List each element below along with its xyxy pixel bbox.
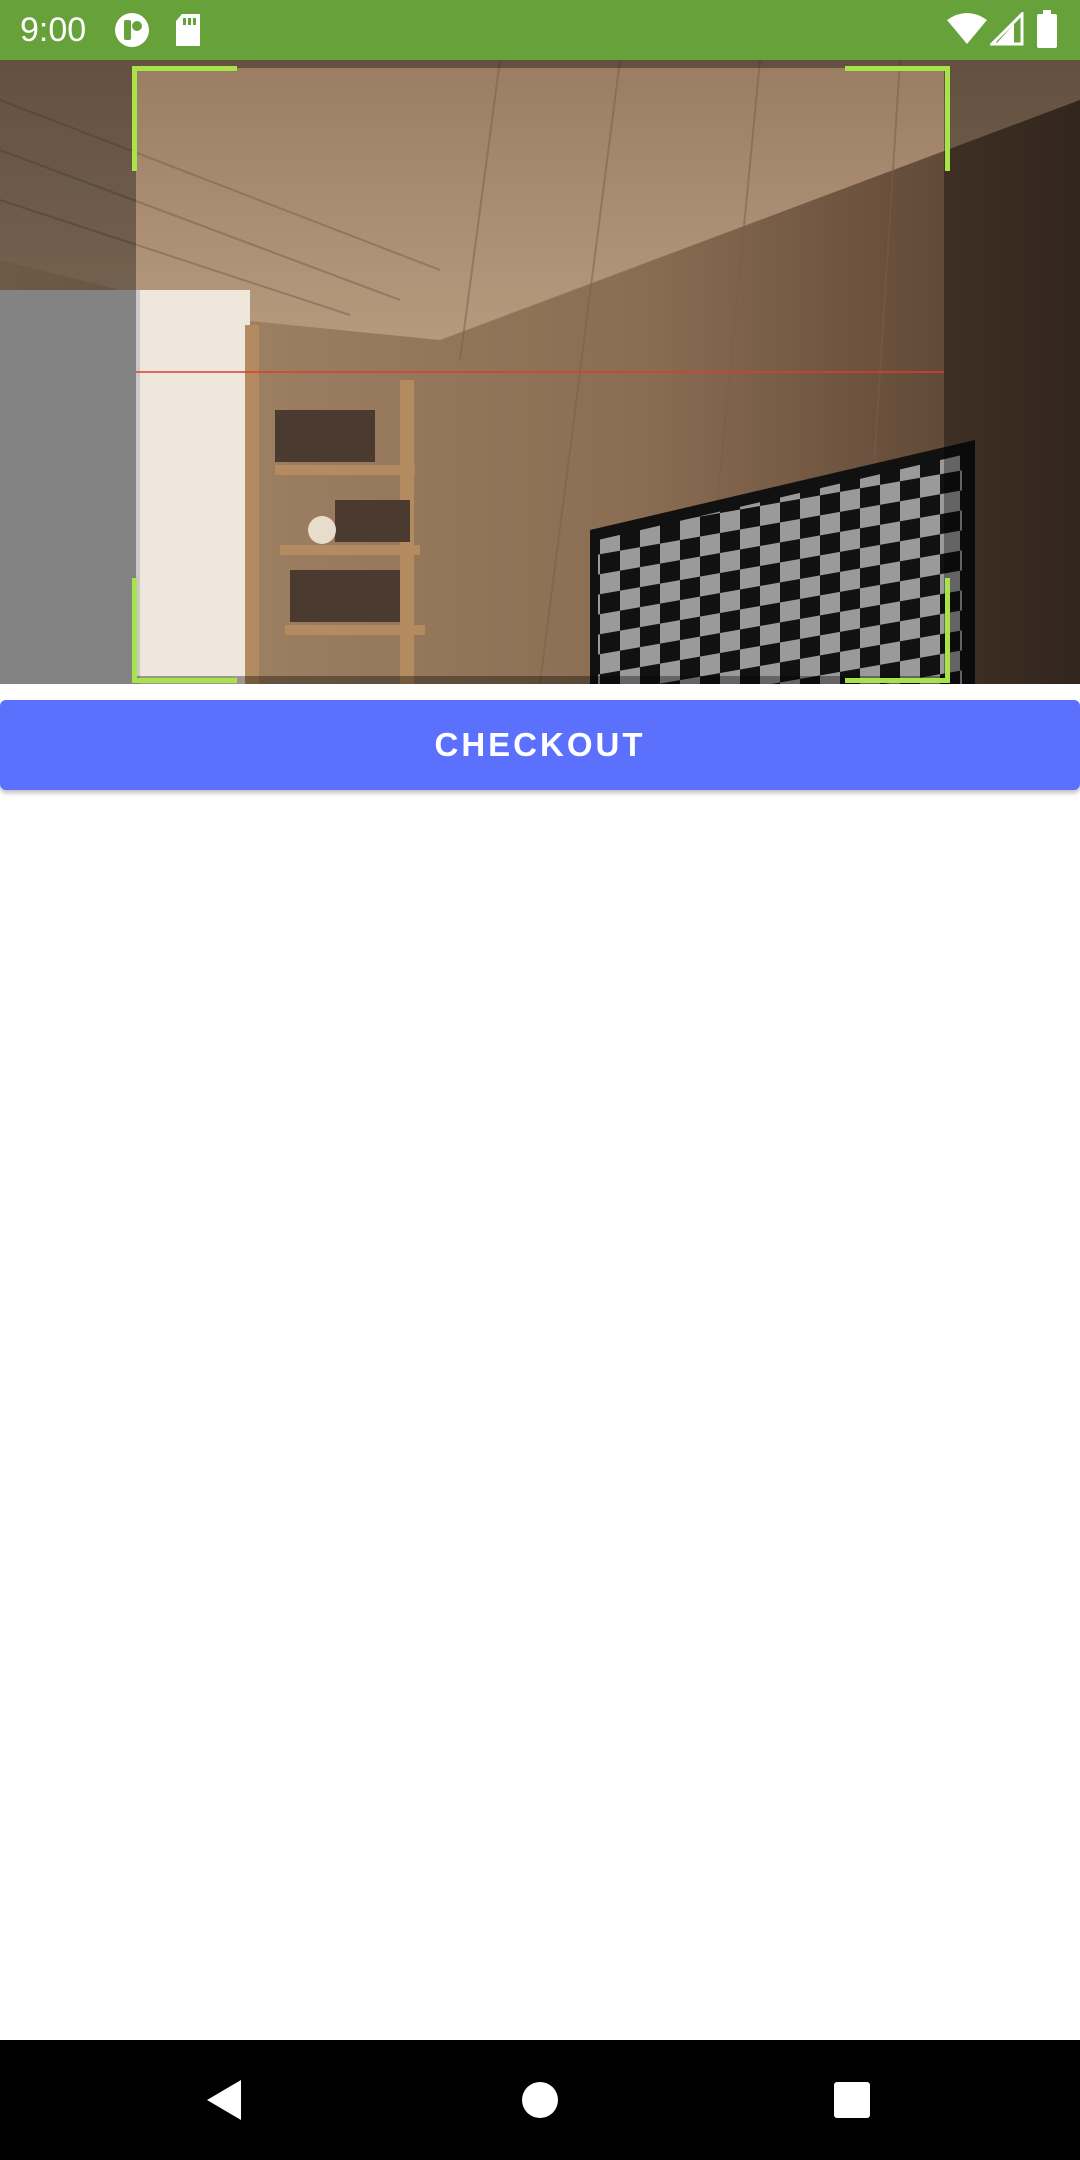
camera-preview: [0, 60, 1080, 684]
checkout-button[interactable]: CHECKOUT: [0, 700, 1080, 790]
recents-button[interactable]: [792, 2040, 912, 2160]
scanner-mask-bottom: [136, 676, 944, 684]
scanner-corner-top-right: [845, 66, 950, 171]
scanner-corner-top-left: [132, 66, 237, 171]
status-time: 9:00: [20, 11, 87, 49]
sd-card-icon: [174, 12, 202, 53]
recents-icon: [834, 2082, 870, 2118]
signal-icon: [988, 10, 1024, 51]
scanner-mask-top: [136, 60, 944, 68]
battery-icon: [1036, 10, 1058, 53]
back-button[interactable]: [165, 2040, 285, 2160]
status-bar: 9:00: [0, 0, 1080, 60]
privacy-indicator-icon: [114, 12, 150, 53]
scanner-corner-bottom-left: [132, 578, 237, 683]
home-button[interactable]: [480, 2040, 600, 2160]
scanner-laser-line: [136, 371, 944, 373]
scanner-mask-left: [0, 60, 136, 684]
scanner-corner-bottom-right: [845, 578, 950, 683]
back-icon: [207, 2080, 241, 2120]
home-icon: [522, 2082, 558, 2118]
wifi-icon: [946, 12, 988, 51]
navigation-bar: [0, 2040, 1080, 2160]
scanner-mask-right: [944, 60, 1080, 684]
